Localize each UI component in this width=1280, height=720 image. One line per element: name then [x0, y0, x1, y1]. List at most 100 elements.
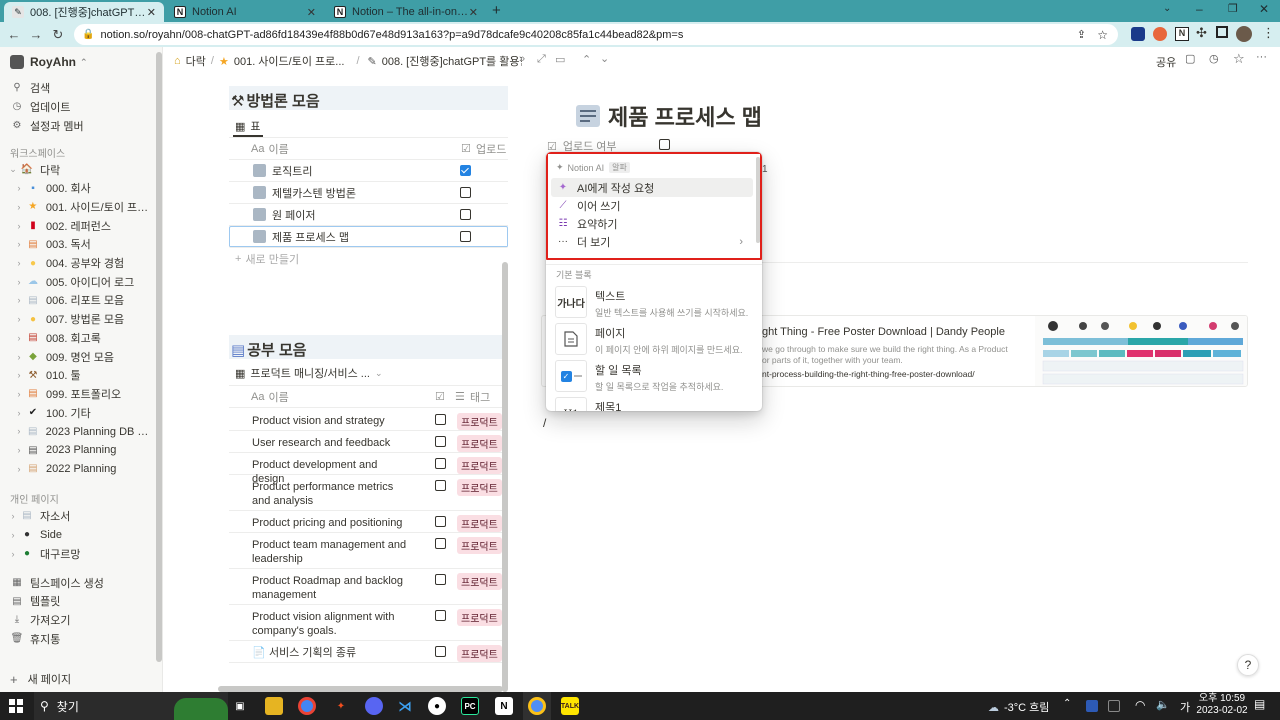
weather-widget[interactable]: ☁ -3°C 흐림: [988, 699, 1049, 715]
notion-extension-icon[interactable]: N: [1175, 27, 1189, 41]
chevron-right-icon[interactable]: ›: [12, 352, 26, 362]
chevron-right-icon[interactable]: ›: [6, 511, 20, 521]
breadcrumb-item[interactable]: 008. [진행중]chatGPT를 활용한 블: [382, 53, 522, 69]
notion-icon[interactable]: N: [495, 697, 513, 715]
chrome-icon[interactable]: [298, 697, 316, 715]
windows-start-icon[interactable]: [9, 699, 23, 713]
table-view-tab[interactable]: ▦ 표: [235, 118, 261, 134]
sidebar-page-item[interactable]: › ▪ 000. 회사: [0, 179, 155, 198]
browser-tab[interactable]: N Notion – The all-in-one worksp ✕: [326, 2, 486, 22]
sidebar-page-item[interactable]: › ▤ 2022 Planning: [0, 459, 155, 478]
table-row[interactable]: Product vision alignment with company's …: [229, 605, 508, 641]
table-row[interactable]: 원 페이저: [229, 204, 508, 226]
sidebar-bottom-item[interactable]: ▦ 팀스페이스 생성: [0, 573, 155, 592]
clock[interactable]: 오후 10:59 2023-02-02: [1196, 693, 1248, 717]
vscode-icon[interactable]: ⋊: [396, 697, 414, 715]
sidebar-page-item[interactable]: › ▤ 2023 Planning DB 보기: [0, 422, 155, 441]
sidebar-nav-item[interactable]: ⚙ 설정과 멤버: [0, 116, 155, 135]
chevron-right-icon[interactable]: ›: [12, 464, 26, 474]
chevron-right-icon[interactable]: ›: [12, 183, 26, 193]
discord-icon[interactable]: [365, 697, 383, 715]
table-row[interactable]: Product performance metrics and analysis…: [229, 475, 508, 511]
sidebar-page-item[interactable]: › ▤ 006. 리포트 모음: [0, 291, 155, 310]
bookmark-star-icon[interactable]: ☆: [1097, 28, 1108, 42]
close-window-icon[interactable]: ✕: [1259, 2, 1269, 16]
table-row[interactable]: Product Roadmap and backlog management 프로…: [229, 569, 508, 605]
input-method-label[interactable]: 가: [1180, 699, 1190, 715]
extension-icon[interactable]: [1153, 27, 1167, 41]
row-checkbox[interactable]: [435, 646, 446, 657]
chevron-up-icon[interactable]: ⌃: [582, 53, 591, 66]
wifi-icon[interactable]: ◠: [1135, 698, 1145, 712]
minimize-icon[interactable]: –: [1196, 2, 1203, 16]
row-checkbox[interactable]: [435, 574, 446, 585]
kakaotalk-icon[interactable]: TALK: [561, 697, 579, 715]
block-option-text[interactable]: 가나다 텍스트 일반 텍스트를 사용해 쓰기를 시작하세요.: [555, 286, 755, 322]
table-row[interactable]: Product vision and strategy 프로덕트: [229, 409, 508, 431]
menu-icon[interactable]: ⋮: [1262, 25, 1275, 41]
upload-checkbox[interactable]: [659, 139, 670, 150]
taskbar-search-box[interactable]: ⚲ 찾기: [34, 692, 228, 720]
sidebar-page-item[interactable]: › ☁ 005. 아이디어 로그: [0, 272, 155, 291]
chevron-right-icon[interactable]: ›: [12, 314, 26, 324]
address-bar[interactable]: 🔒 notion.so/royahn/008-chatGPT-ad86fd184…: [74, 24, 1118, 45]
tab-search-icon[interactable]: ⌄: [1163, 3, 1171, 14]
notification-icon[interactable]: ▤: [1254, 697, 1265, 711]
github-icon[interactable]: ●: [428, 697, 446, 715]
more-dots-icon[interactable]: ···: [1256, 51, 1267, 63]
profile-avatar[interactable]: [1236, 26, 1252, 42]
chevron-right-icon[interactable]: ›: [12, 221, 26, 231]
tab-close-icon[interactable]: ✕: [469, 6, 478, 19]
chevron-right-icon[interactable]: ›: [12, 295, 26, 305]
sidebar-page-item[interactable]: › ● 007. 방법론 모음: [0, 310, 155, 329]
table-row[interactable]: 로직트리: [229, 160, 508, 182]
extension-icon[interactable]: [1131, 27, 1145, 41]
chevron-right-icon[interactable]: ›: [12, 426, 26, 436]
tab-close-icon[interactable]: ✕: [147, 6, 156, 19]
tray-app-icon[interactable]: [1108, 700, 1120, 712]
sidebar-page-item[interactable]: ⌄ 🏠 다락: [0, 160, 155, 179]
chevron-right-icon[interactable]: ›: [12, 277, 26, 287]
chevron-right-icon[interactable]: ›: [12, 389, 26, 399]
table-row[interactable]: 제품 프로세스 맵: [229, 226, 508, 248]
pycharm-icon[interactable]: PC: [461, 697, 479, 715]
double-chevron-right-icon[interactable]: »: [519, 53, 525, 65]
comment-icon[interactable]: ▢: [1185, 52, 1195, 65]
sidebar-page-item[interactable]: › ▤ 2023 Planning: [0, 441, 155, 460]
table-row[interactable]: 제텔카스텐 방법론: [229, 182, 508, 204]
sidebar-page-item[interactable]: › ✔ 100. 기타: [0, 403, 155, 422]
sidebar-page-item[interactable]: › ▤ 099. 포트폴리오: [0, 384, 155, 403]
table-row[interactable]: 📄 서비스 기획의 종류 프로덕트: [229, 641, 508, 663]
sidepanel-icon[interactable]: [1216, 26, 1228, 38]
row-checkbox[interactable]: [435, 610, 446, 621]
new-tab-button[interactable]: +: [492, 2, 501, 19]
reload-icon[interactable]: ↻: [47, 27, 69, 43]
row-checkbox[interactable]: [460, 165, 471, 176]
share-button[interactable]: 공유: [1156, 54, 1176, 70]
sidebar-bottom-item[interactable]: ▤ 템플릿: [0, 592, 155, 611]
row-checkbox[interactable]: [460, 187, 471, 198]
chevron-right-icon[interactable]: ›: [6, 549, 20, 559]
row-checkbox[interactable]: [435, 436, 446, 447]
breadcrumb-item[interactable]: 001. 사이드/토이 프로...: [234, 53, 345, 69]
figma-icon[interactable]: ✦: [332, 697, 350, 715]
row-checkbox[interactable]: [435, 414, 446, 425]
chevron-right-icon[interactable]: ›: [12, 333, 26, 343]
sidebar-page-item[interactable]: › ▮ 002. 레퍼런스: [0, 216, 155, 235]
row-checkbox[interactable]: [435, 538, 446, 549]
sidebar-page-item[interactable]: › ⚒ 010. 툴: [0, 366, 155, 385]
row-checkbox[interactable]: [460, 231, 471, 242]
col-name-header[interactable]: 이름: [268, 141, 508, 157]
chevron-right-icon[interactable]: ›: [12, 445, 26, 455]
new-page-button[interactable]: + 새 페이지: [10, 671, 71, 687]
table-row[interactable]: User research and feedback 프로덕트: [229, 431, 508, 453]
forward-icon[interactable]: →: [25, 27, 47, 42]
chevron-right-icon[interactable]: ›: [12, 202, 26, 212]
browser-tab[interactable]: N Notion AI ✕: [166, 2, 324, 22]
file-explorer-icon[interactable]: [265, 697, 283, 715]
sidebar-nav-item[interactable]: ◷ 업데이트: [0, 97, 155, 116]
chevron-right-icon[interactable]: ›: [12, 258, 26, 268]
sidebar-private-item[interactable]: › ● Side: [0, 525, 155, 544]
table-row[interactable]: Product team management and leadership 프로…: [229, 533, 508, 569]
back-icon[interactable]: ←: [3, 27, 25, 42]
